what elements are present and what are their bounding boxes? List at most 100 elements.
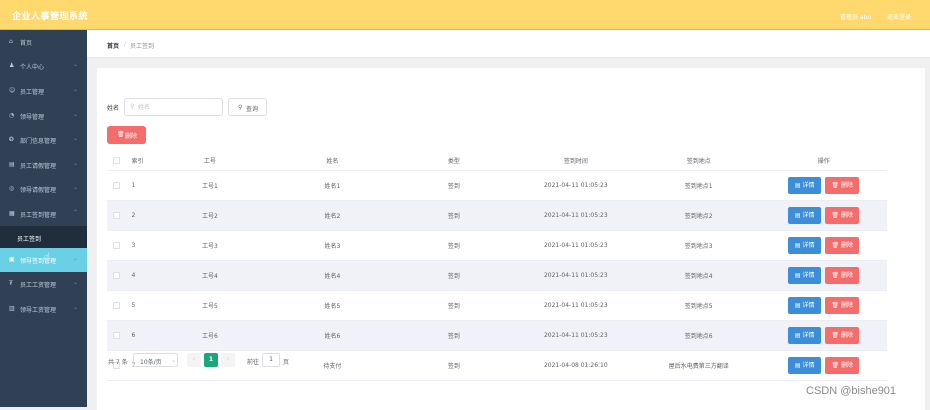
chevron-down-icon: ⌄ (73, 111, 79, 118)
detail-label: 详情 (802, 211, 815, 219)
cell-emp-no: 工号3 (148, 230, 272, 261)
cell-place: 屋后水电费第三方翻译 (636, 350, 761, 381)
users-icon: ☺ (9, 87, 16, 94)
name-search-field[interactable]: ⚲ (124, 98, 223, 116)
query-button[interactable]: ⚲ 查询 (228, 98, 267, 116)
cell-name: 姓名6 (271, 320, 394, 351)
detail-label: 详情 (802, 301, 815, 309)
delete-button[interactable]: 🗑 删除 (825, 206, 860, 224)
breadcrumb-home[interactable]: 首页 (107, 41, 119, 50)
trash-icon: 🗑 (831, 361, 841, 369)
sidebar-item-label: 个人中心 (20, 64, 45, 71)
breadcrumb-current: 员工签到 (130, 43, 155, 50)
chevron-down-icon: ⌄ (73, 86, 79, 93)
app-title: 企业人事管理系统 (12, 12, 89, 22)
cell-type: 签到 (393, 170, 515, 201)
table-row: 5 工号5 姓名5 签到 2021-04-11 01:05:23 签到地点5 ▤… (107, 290, 887, 321)
trash-icon: 🗑 (831, 271, 841, 279)
column-header-name: 姓名 (271, 152, 394, 171)
detail-button[interactable]: ▤ 详情 (788, 266, 822, 284)
cell-emp-no: 工号6 (148, 320, 272, 351)
delete-button[interactable]: 🗑 删除 (825, 296, 860, 314)
checkin-icon: ▦ (9, 210, 15, 217)
cell-place: 签到地点6 (636, 320, 761, 351)
cell-time: 2021-04-11 01:05:23 (514, 200, 637, 231)
delete-label: 删除 (840, 271, 853, 279)
chevron-down-icon: ⌄ (73, 160, 79, 167)
sidebar-item-leaders[interactable]: ◔ 领导管理 ⌄ (0, 104, 87, 128)
row-checkbox[interactable] (107, 290, 127, 321)
page-size-value: 10条/页 (140, 359, 162, 366)
logout-link[interactable]: 退出登录 (887, 12, 911, 21)
cell-actions: ▤ 详情 🗑 删除 (760, 290, 887, 321)
trash-icon: 🗑 (831, 301, 841, 309)
sidebar-item-employees[interactable]: ☺ 员工管理 ⌄ (0, 79, 87, 103)
salary-icon: ₮ (9, 280, 13, 287)
sidebar-item-label: 员工工资管理 (20, 282, 57, 289)
delete-label: 删除 (840, 301, 853, 309)
row-checkbox[interactable] (107, 170, 127, 201)
leader-icon: ◔ (9, 112, 15, 119)
sidebar-item-employee-leave[interactable]: ▤ 员工请假管理 ⌄ (0, 153, 87, 177)
delete-label: 删除 (840, 331, 853, 339)
name-filter-label: 姓名 (107, 105, 120, 112)
sidebar-item-profile[interactable]: ♟ 个人中心 ⌄ (0, 54, 87, 78)
row-checkbox[interactable] (107, 320, 127, 351)
checkin-table: 索引 工号 姓名 类型 签到时间 签到地点 操作 1 工号1 姓名1 签到 20… (107, 152, 887, 381)
cell-actions: ▤ 详情 🗑 删除 (760, 170, 887, 201)
sidebar-item-home[interactable]: ⌂ 首页 (0, 30, 87, 54)
row-checkbox[interactable] (107, 230, 127, 261)
delete-button[interactable]: 🗑 删除 (825, 266, 860, 284)
detail-button[interactable]: ▤ 详情 (788, 356, 822, 374)
column-header-type: 类型 (393, 152, 515, 171)
row-checkbox[interactable] (107, 260, 127, 291)
detail-button[interactable]: ▤ 详情 (788, 296, 822, 314)
cell-index: 3 (126, 230, 149, 261)
delete-button[interactable]: 🗑 删除 (825, 176, 860, 194)
cell-name: 姓名2 (271, 200, 394, 231)
name-search-input[interactable] (138, 101, 218, 113)
detail-button[interactable]: ▤ 详情 (788, 236, 822, 254)
chevron-down-icon: ⌄ (73, 279, 79, 286)
prev-page-button[interactable]: ‹ (187, 353, 201, 367)
sidebar-item-departments[interactable]: ❂ 部门信息管理 ⌄ (0, 128, 87, 152)
cell-index: 1 (126, 170, 149, 201)
column-header-index: 索引 (126, 152, 149, 171)
delete-button[interactable]: 🗑 删除 (825, 326, 860, 344)
cell-actions: ▤ 详情 🗑 删除 (760, 320, 887, 351)
row-checkbox[interactable] (107, 200, 127, 231)
column-header-time: 签到时间 (514, 152, 637, 171)
trash-icon: 🗑 (117, 131, 125, 138)
sidebar-item-label: 领导管理 (20, 114, 45, 121)
page-number-1[interactable]: 1 (204, 353, 218, 367)
sidebar-item-label: 领导工资管理 (20, 307, 57, 314)
cell-name: 姓名5 (271, 290, 394, 321)
cell-name: 待支付 (271, 350, 394, 381)
sidebar-item-label: 员工请假管理 (20, 163, 57, 170)
sidebar-item-leader-salary[interactable]: ▥ 领导工资管理 ⌄ (0, 297, 87, 321)
current-user: 管理员 abo (840, 14, 872, 21)
table-header-row: 索引 工号 姓名 类型 签到时间 签到地点 操作 (107, 152, 887, 171)
goto-page-input[interactable]: 1 (262, 353, 280, 367)
next-page-button[interactable]: › (221, 353, 235, 367)
detail-button[interactable]: ▤ 详情 (788, 326, 822, 344)
select-all-checkbox[interactable] (107, 152, 127, 171)
detail-button[interactable]: ▤ 详情 (788, 176, 822, 194)
cell-time: 2021-04-11 01:05:23 (514, 170, 637, 201)
delete-button[interactable]: 🗑 删除 (825, 356, 860, 374)
search-icon: ⚲ (130, 103, 135, 110)
cell-name: 姓名4 (271, 260, 394, 291)
batch-delete-button[interactable]: 🗑 删除 (107, 126, 146, 144)
page-size-select[interactable]: 10条/页 ⌄ (133, 353, 178, 367)
detail-button[interactable]: ▤ 详情 (788, 206, 822, 224)
sidebar-subitem-employee-checkin[interactable]: 员工签到 (0, 226, 87, 250)
trash-icon: 🗑 (831, 331, 841, 339)
sidebar-item-employee-salary[interactable]: ₮ 员工工资管理 ⌄ (0, 272, 87, 296)
cell-place: 签到地点4 (636, 260, 761, 291)
sidebar-item-leader-leave[interactable]: ◎ 领导请假管理 ⌄ (0, 177, 87, 201)
sidebar-item-employee-checkin[interactable]: ▦ 员工签到管理 ⌃ (0, 202, 87, 226)
content-panel: 姓名 ⚲ ⚲ 查询 🗑 删除 索引 工号 姓名 类型 签到时间 签到地点 (97, 68, 925, 410)
sidebar-item-label: 员工签到 (17, 236, 42, 243)
column-header-emp-no: 工号 (148, 152, 272, 171)
delete-button[interactable]: 🗑 删除 (825, 236, 860, 254)
